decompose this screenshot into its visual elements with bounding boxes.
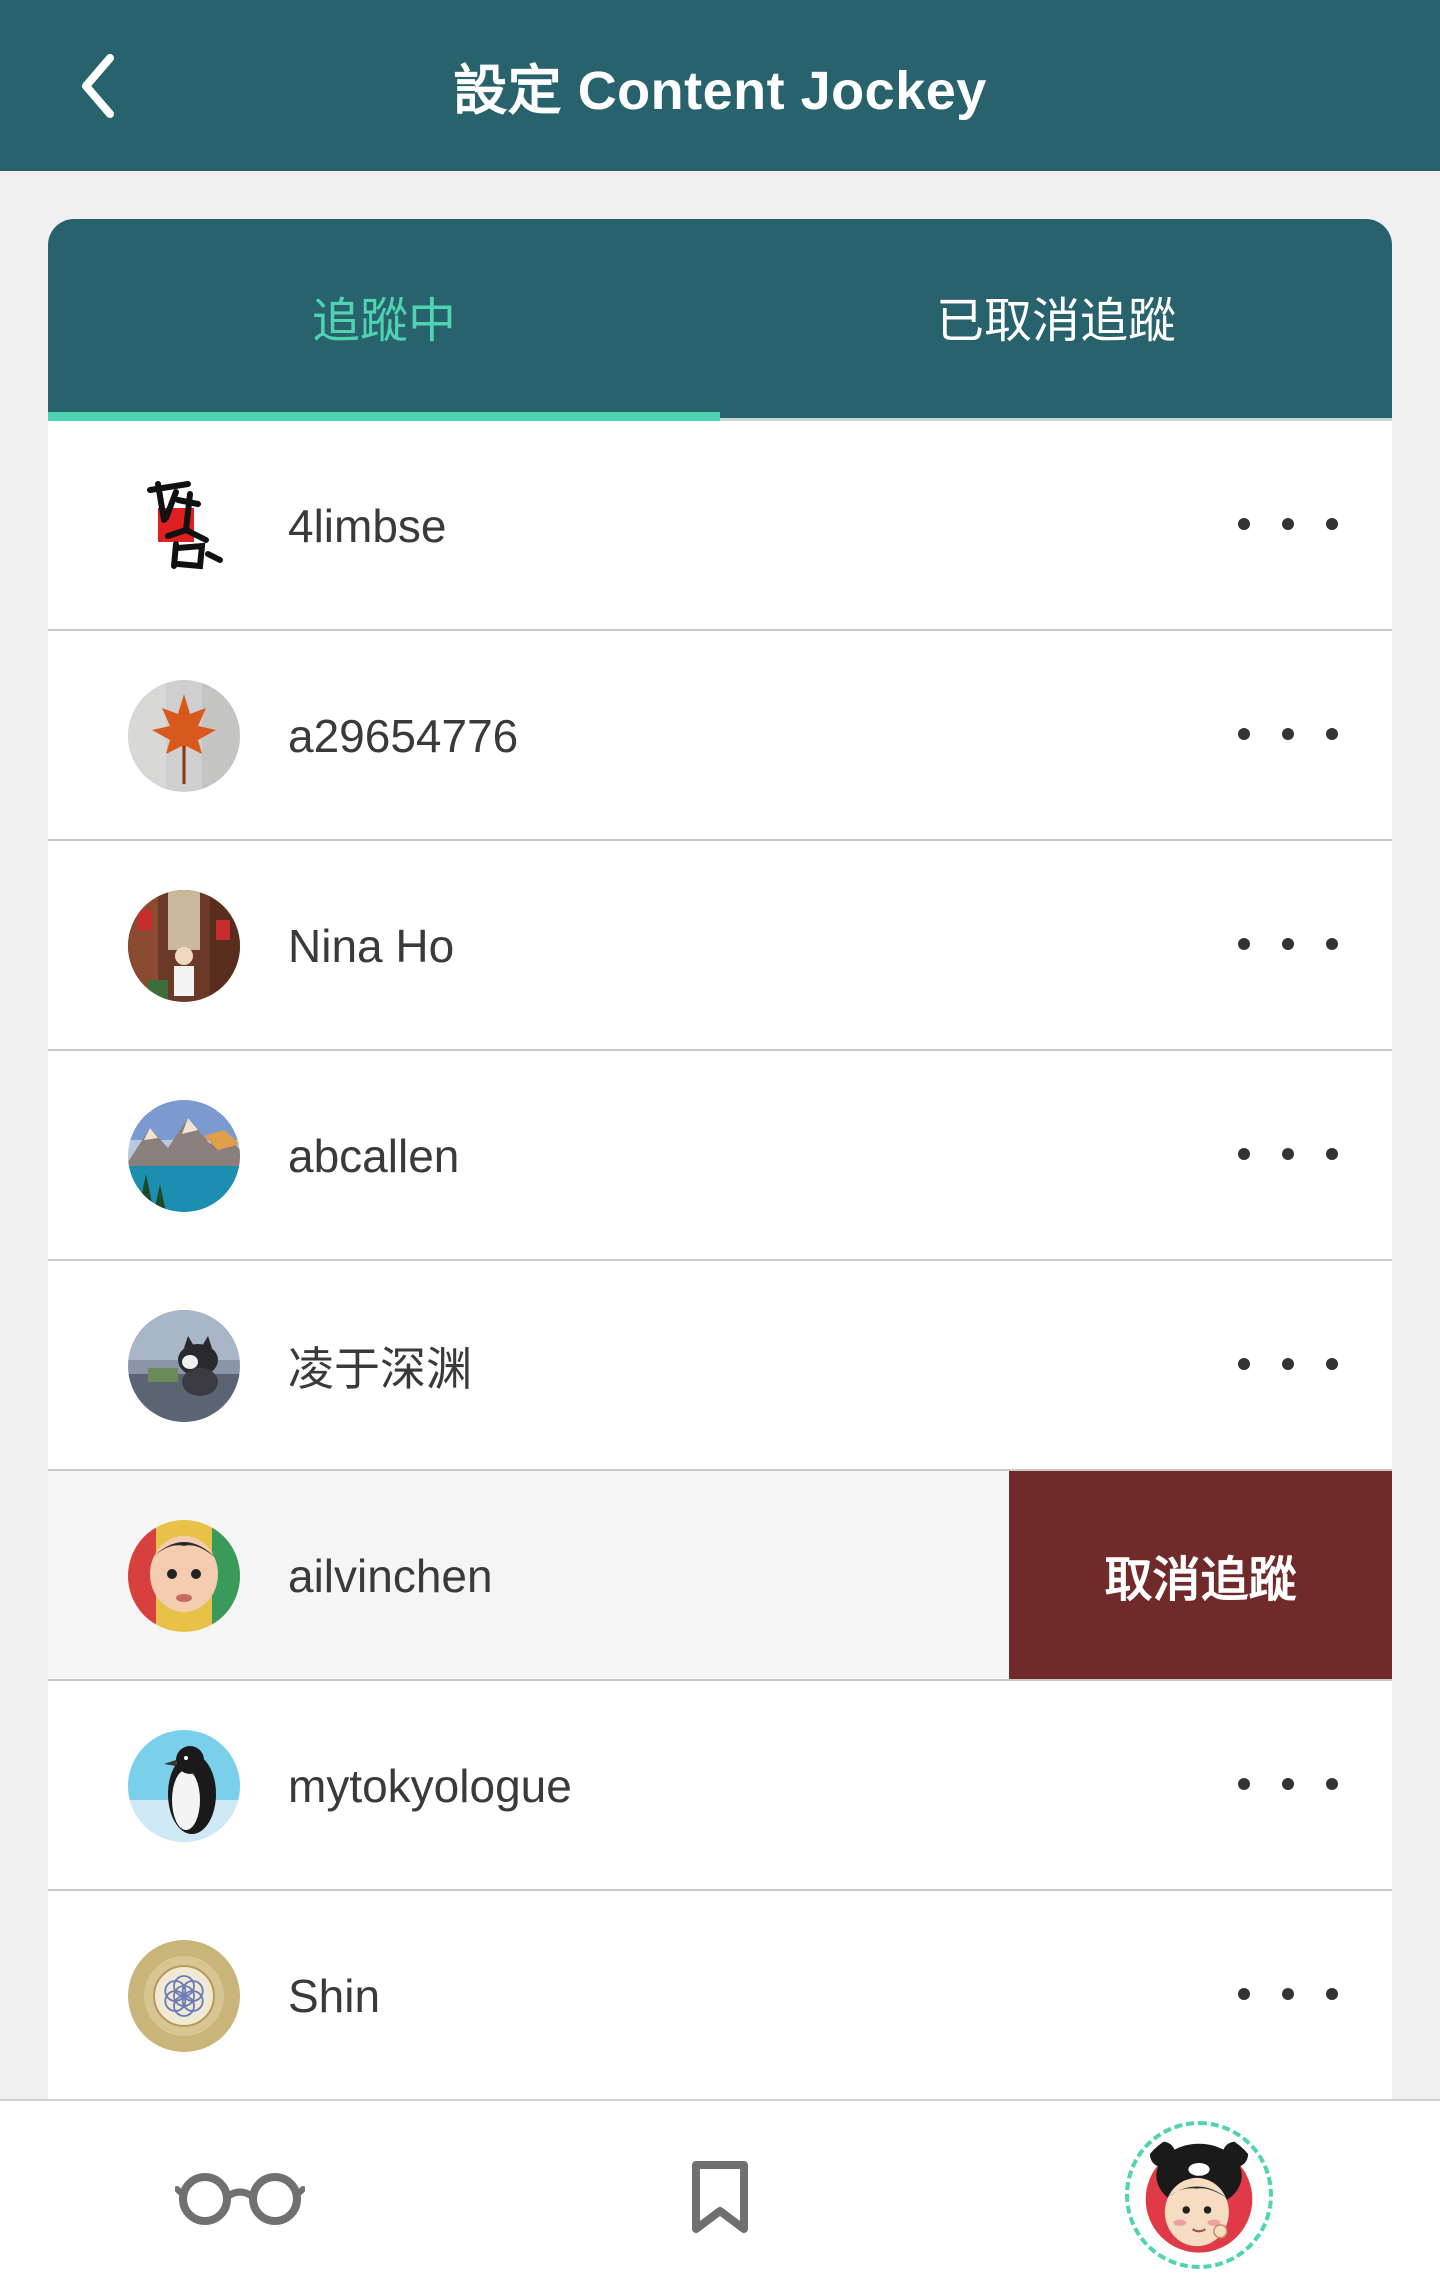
page-title: 設定 Content Jockey (453, 61, 987, 121)
user-name: ailvinchen (288, 1550, 493, 1602)
tab-active-indicator (48, 412, 720, 421)
tab-unfollowed[interactable]: 已取消追蹤 (720, 219, 1392, 418)
dot-icon (1238, 1988, 1250, 2000)
tab-bar: 追蹤中 已取消追蹤 (48, 219, 1392, 421)
dot-icon (1282, 1988, 1294, 2000)
back-button[interactable] (48, 36, 148, 136)
mountain-lake-avatar (128, 1100, 240, 1212)
dot-icon (1238, 1148, 1250, 1160)
more-options-button[interactable] (1238, 1336, 1338, 1392)
dot-icon (1326, 1148, 1338, 1160)
more-options-button[interactable] (1238, 706, 1338, 762)
user-name: Nina Ho (288, 920, 455, 972)
user-name: 凌于深渊 (288, 1343, 472, 1395)
more-options-button[interactable] (1238, 1756, 1338, 1812)
app: 設定 Content Jockey 追蹤中 已取消追蹤 4limbse a296… (0, 0, 1440, 2291)
more-options-button[interactable] (1238, 1126, 1338, 1182)
list-item[interactable]: 凌于深渊 (48, 1261, 1392, 1471)
dot-icon (1238, 938, 1250, 950)
calligraphy-avatar (128, 470, 240, 582)
baby-avatar (128, 1520, 240, 1632)
dot-icon (1238, 728, 1250, 740)
maple-leaf-avatar (128, 680, 240, 792)
dot-icon (1238, 1778, 1250, 1790)
following-card: 追蹤中 已取消追蹤 4limbse a29654776 Nina Ho abca… (48, 219, 1392, 2099)
dot-icon (1326, 1988, 1338, 2000)
dot-icon (1326, 728, 1338, 740)
following-list: 4limbse a29654776 Nina Ho abcallen 凌于深渊 … (48, 421, 1392, 2099)
nav-reading-button[interactable] (160, 2141, 320, 2253)
more-options-button[interactable] (1238, 496, 1338, 552)
dot-icon (1326, 1778, 1338, 1790)
more-options-button[interactable] (1238, 1966, 1338, 2022)
dot-icon (1282, 518, 1294, 530)
dot-icon (1282, 938, 1294, 950)
dot-icon (1282, 1148, 1294, 1160)
dot-icon (1282, 728, 1294, 740)
street-photo-avatar (128, 890, 240, 1002)
bottom-nav (0, 2099, 1440, 2291)
list-item[interactable]: Shin (48, 1891, 1392, 2099)
dot-icon (1326, 1358, 1338, 1370)
flower-of-life-avatar (128, 1940, 240, 2052)
list-item[interactable]: a29654776 (48, 631, 1392, 841)
list-item[interactable]: Nina Ho (48, 841, 1392, 1051)
dot-icon (1282, 1778, 1294, 1790)
list-item[interactable]: abcallen (48, 1051, 1392, 1261)
dot-icon (1238, 1358, 1250, 1370)
penguin-avatar (128, 1730, 240, 1842)
more-options-button[interactable] (1238, 916, 1338, 972)
tab-following[interactable]: 追蹤中 (48, 219, 720, 418)
bookmark-icon (692, 2161, 748, 2233)
user-name: 4limbse (288, 500, 447, 552)
list-item[interactable]: 4limbse (48, 421, 1392, 631)
dot-icon (1326, 938, 1338, 950)
dot-icon (1238, 518, 1250, 530)
user-name: a29654776 (288, 710, 519, 762)
user-name: Shin (288, 1970, 381, 2022)
nav-profile-button[interactable] (1125, 2121, 1273, 2269)
nav-bookmark-button[interactable] (670, 2141, 770, 2253)
top-bar: 設定 Content Jockey (0, 0, 1440, 171)
profile-avatar (1135, 2131, 1263, 2259)
dot-icon (1282, 1358, 1294, 1370)
user-name: mytokyologue (288, 1760, 572, 1812)
kitten-avatar (128, 1310, 240, 1422)
chevron-left-icon (82, 54, 114, 118)
list-item[interactable]: mytokyologue (48, 1681, 1392, 1891)
glasses-icon (175, 2173, 305, 2225)
user-name: abcallen (288, 1130, 460, 1182)
unfollow-button[interactable]: 取消追蹤 (1009, 1471, 1392, 1679)
list-item[interactable]: ailvinchen 取消追蹤 (48, 1471, 1392, 1681)
dot-icon (1326, 518, 1338, 530)
